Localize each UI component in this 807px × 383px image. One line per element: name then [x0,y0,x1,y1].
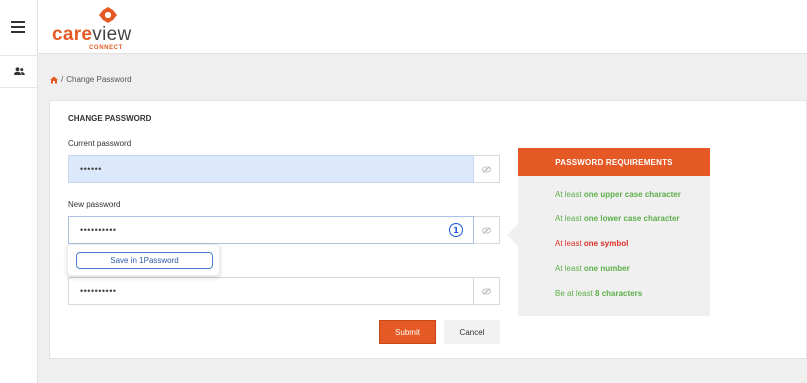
cancel-button[interactable]: Cancel [444,320,500,344]
current-password-label: Current password [68,139,132,148]
eye-slash-icon [482,287,491,295]
new-password-input[interactable]: •••••••••• [68,216,474,244]
1password-icon[interactable]: 1 [449,223,463,237]
requirement-text: one upper case character [583,190,681,199]
eye-slash-icon [482,165,491,173]
top-header: careview CONNECT [38,0,807,54]
breadcrumb-separator: / [61,75,64,84]
requirement-length: Be at least 8 characters [555,289,642,298]
toggle-new-visibility-button[interactable] [474,216,500,244]
requirement-prefix: At least [555,214,584,223]
home-icon[interactable] [50,76,58,84]
sidebar [0,0,38,383]
sidebar-item-users[interactable] [0,55,38,88]
requirement-number: At least one number [555,264,630,273]
logo-wordmark: careview [52,24,132,46]
submit-button[interactable]: Submit [379,320,436,344]
careview-logo-icon [99,7,117,23]
toggle-current-visibility-button[interactable] [474,155,500,183]
requirement-uppercase: At least one upper case character [555,190,681,199]
requirement-prefix: At least [555,264,584,273]
1password-popup: Save in 1Password [67,244,220,276]
menu-icon[interactable] [11,21,25,33]
confirm-password-input[interactable]: •••••••••• [68,277,474,305]
requirement-lowercase: At least one lower case character [555,214,680,223]
page-title: CHANGE PASSWORD [68,114,152,123]
logo-care: care [52,24,93,45]
app-logo[interactable]: careview CONNECT [52,4,142,51]
requirements-title: PASSWORD REQUIREMENTS [518,148,710,176]
requirements-pointer [507,224,518,246]
new-password-label: New password [68,200,121,209]
requirement-prefix: Be at least [555,289,596,298]
requirement-text: one lower case character [583,214,680,223]
breadcrumb: / Change Password [50,75,132,84]
logo-view: view [92,24,132,45]
requirement-symbol: At least one symbol [555,239,628,248]
breadcrumb-current: Change Password [66,75,132,84]
requirement-text: one symbol [583,239,629,248]
requirement-prefix: At least [555,190,584,199]
current-password-input[interactable]: •••••• [68,155,474,183]
eye-slash-icon [482,226,491,234]
toggle-confirm-visibility-button[interactable] [474,277,500,305]
1password-glyph: 1 [453,225,459,235]
requirement-text: one number [583,264,630,273]
requirement-text: 8 characters [595,289,643,298]
requirement-prefix: At least [555,239,584,248]
users-icon [13,67,25,75]
logo-subtitle: CONNECT [89,45,123,51]
save-in-1password-button[interactable]: Save in 1Password [76,252,213,269]
password-requirements-panel: PASSWORD REQUIREMENTS At least one upper… [518,148,710,316]
